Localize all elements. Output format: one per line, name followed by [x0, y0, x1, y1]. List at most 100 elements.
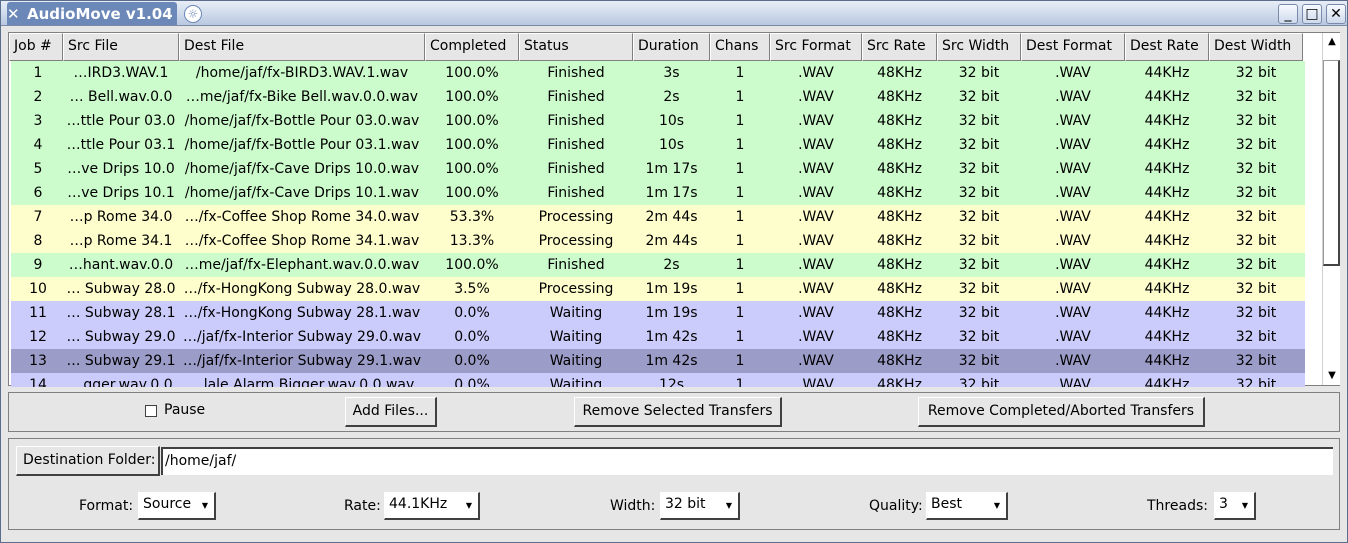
minimize-button[interactable]: _ [1278, 4, 1298, 24]
cell-dest-width: 32 bit [1235, 329, 1277, 345]
table-row[interactable]: 3 …ttle Pour 03.0/home/jaf/fx-Bottle Pour… [11, 109, 1305, 133]
cell-dest-file: /home/jaf/fx-Cave Drips 10.0.wav [184, 161, 420, 177]
cell-duration: 2s [663, 257, 680, 273]
transfers-table[interactable]: Job # Src File Dest File Completed Status Dur… [8, 32, 1340, 387]
cell-dest-file: /home/jaf/fx-BIRD3.WAV.1.wav [195, 65, 409, 81]
cell-dest-rate: 44KHz [1144, 233, 1190, 249]
cell-src-rate: 48KHz [877, 281, 922, 297]
column-header-src-format[interactable]: Src Format [770, 33, 862, 61]
cell-src-rate: 48KHz [877, 305, 922, 321]
table-row[interactable]: 13 … Subway 29.1 …/jaf/fx-Interior Subway … [11, 349, 1305, 373]
cell-src-rate: 48KHz [877, 113, 922, 129]
cell-dest-format: .WAV [1055, 329, 1091, 345]
scroll-up-icon[interactable]: ▲ [1325, 35, 1339, 49]
table-row[interactable]: 2 … Bell.wav.0.0 …me/jaf/fx-Bike Bell.wav.… [11, 85, 1305, 109]
table-row[interactable]: 6 …ve Drips 10.1/home/jaf/fx-Cave Drips 1… [11, 181, 1305, 205]
cell-chans: 1 [735, 137, 745, 153]
cell-dest-format: .WAV [1055, 113, 1091, 129]
cell-src-format: .WAV [798, 305, 834, 321]
quality-value: Best [931, 496, 963, 512]
quality-select[interactable]: Best ▼ [926, 492, 1008, 520]
cell-src-rate: 48KHz [877, 185, 922, 201]
remove-completed-button[interactable]: Remove Completed/Aborted Transfers [918, 397, 1205, 427]
scroll-down-icon[interactable]: ▼ [1325, 369, 1339, 383]
cell-dest-rate: 44KHz [1144, 113, 1190, 129]
cell-dest-width: 32 bit [1235, 137, 1277, 153]
maximize-button[interactable]: □ [1302, 4, 1322, 24]
table-row[interactable]: 8 …p Rome 34.1 …/fx-Coffee Shop Rome 34.1.… [11, 229, 1305, 253]
remove-selected-button[interactable]: Remove Selected Transfers [574, 397, 782, 427]
table-row[interactable]: 12 … Subway 29.0 …/jaf/fx-Interior Subway … [11, 325, 1305, 349]
cell-status: Processing [538, 209, 614, 225]
cell-duration: 10s [658, 137, 685, 153]
table-row[interactable]: 7 …p Rome 34.0 …/fx-Coffee Shop Rome 34.0.… [11, 205, 1305, 229]
cell-completed: 100.0% [445, 161, 499, 177]
cell-src-rate: 48KHz [877, 257, 922, 273]
cell-duration: 2m 44s [645, 209, 698, 225]
cell-dest-format: .WAV [1055, 233, 1091, 249]
rate-select[interactable]: 44.1KHz ▼ [384, 492, 480, 520]
cell-dest-format: .WAV [1055, 89, 1091, 105]
cell-src-rate: 48KHz [877, 65, 922, 81]
table-row[interactable]: 9 …hant.wav.0.0 …me/jaf/fx-Elephant.wav.0.… [11, 253, 1305, 277]
table-row[interactable]: 4 …ttle Pour 03.1/home/jaf/fx-Bottle Pour… [11, 133, 1305, 157]
column-header-src-file[interactable]: Src File [63, 33, 179, 61]
column-header-completed[interactable]: Completed [425, 33, 519, 61]
cell-status: Waiting [549, 377, 603, 387]
table-header: Job # Src File Dest File Completed Status Dur… [9, 33, 1319, 61]
cell-duration: 1m 17s [645, 161, 698, 177]
table-row[interactable]: 11 … Subway 28.1 …/fx-HongKong Subway 28.1… [11, 301, 1305, 325]
cell-dest-rate: 44KHz [1144, 281, 1190, 297]
table-row[interactable]: 14 …gger.wav.0.0 …lale Alarm Bigger.wav.0.… [11, 373, 1305, 387]
destination-folder-input[interactable]: /home/jaf/ [161, 447, 1333, 475]
cell-dest-file: /home/jaf/fx-Cave Drips 10.1.wav [184, 185, 420, 201]
threads-select[interactable]: 3 ▼ [1214, 492, 1256, 520]
cell-status: Finished [547, 113, 605, 129]
title-bar[interactable]: ✕ AudioMove v1.04 ☼ _ □ ✕ [1, 1, 1347, 26]
column-header-dest-width[interactable]: Dest Width [1209, 33, 1303, 61]
cell-dest-width: 32 bit [1235, 113, 1277, 129]
cell-src-format: .WAV [798, 281, 834, 297]
column-header-dest-file[interactable]: Dest File [179, 33, 425, 61]
table-row[interactable]: 5 …ve Drips 10.0/home/jaf/fx-Cave Drips 1… [11, 157, 1305, 181]
cell-completed: 100.0% [445, 113, 499, 129]
table-body[interactable]: 1 …IRD3.WAV.1/home/jaf/fx-BIRD3.WAV.1.wav… [11, 61, 1305, 387]
cell-dest-rate: 44KHz [1144, 161, 1190, 177]
cell-completed: 0.0% [454, 329, 490, 345]
cell-src-rate: 48KHz [877, 137, 922, 153]
column-header-duration[interactable]: Duration [633, 33, 710, 61]
format-select[interactable]: Source ▼ [138, 492, 216, 520]
cell-duration: 1m 42s [645, 353, 698, 369]
cell-src-file: …p Rome 34.0 [69, 209, 173, 225]
column-header-status[interactable]: Status [519, 33, 633, 61]
cell-src-width: 32 bit [958, 161, 1000, 177]
column-header-dest-format[interactable]: Dest Format [1021, 33, 1125, 61]
table-row[interactable]: 1 …IRD3.WAV.1/home/jaf/fx-BIRD3.WAV.1.wav… [11, 61, 1305, 85]
scroll-thumb[interactable] [1323, 60, 1340, 266]
cell-src-file: … Subway 28.1 [66, 305, 176, 321]
window-menu-icon[interactable]: ☼ [184, 5, 202, 23]
column-header-chans[interactable]: Chans [710, 33, 770, 61]
pause-checkbox[interactable] [145, 405, 157, 417]
cell-src-file: … Bell.wav.0.0 [69, 89, 173, 105]
add-files-button[interactable]: Add Files... [345, 397, 437, 427]
table-row[interactable]: 10 … Subway 28.0 …/fx-HongKong Subway 28.0… [11, 277, 1305, 301]
vertical-scrollbar[interactable]: ▲ ▼ [1322, 33, 1340, 385]
cell-dest-width: 32 bit [1235, 305, 1277, 321]
column-header-job-number[interactable]: Job # [9, 33, 63, 61]
column-header-dest-rate[interactable]: Dest Rate [1125, 33, 1209, 61]
title-tab[interactable]: ✕ AudioMove v1.04 [7, 2, 177, 25]
width-select[interactable]: 32 bit ▼ [660, 492, 740, 520]
destination-folder-button[interactable]: Destination Folder: [16, 446, 160, 476]
cell-dest-width: 32 bit [1235, 281, 1277, 297]
cell-duration: 3s [663, 65, 680, 81]
cell-duration: 12s [658, 377, 685, 387]
cell-src-file: …gger.wav.0.0 [69, 377, 173, 387]
column-header-src-rate[interactable]: Src Rate [862, 33, 937, 61]
width-label: Width: [610, 498, 656, 514]
cell-status: Finished [547, 65, 605, 81]
cell-src-width: 32 bit [958, 329, 1000, 345]
column-header-src-width[interactable]: Src Width [937, 33, 1021, 61]
close-button[interactable]: ✕ [1326, 4, 1346, 24]
cell-job-number: 10 [29, 281, 47, 297]
